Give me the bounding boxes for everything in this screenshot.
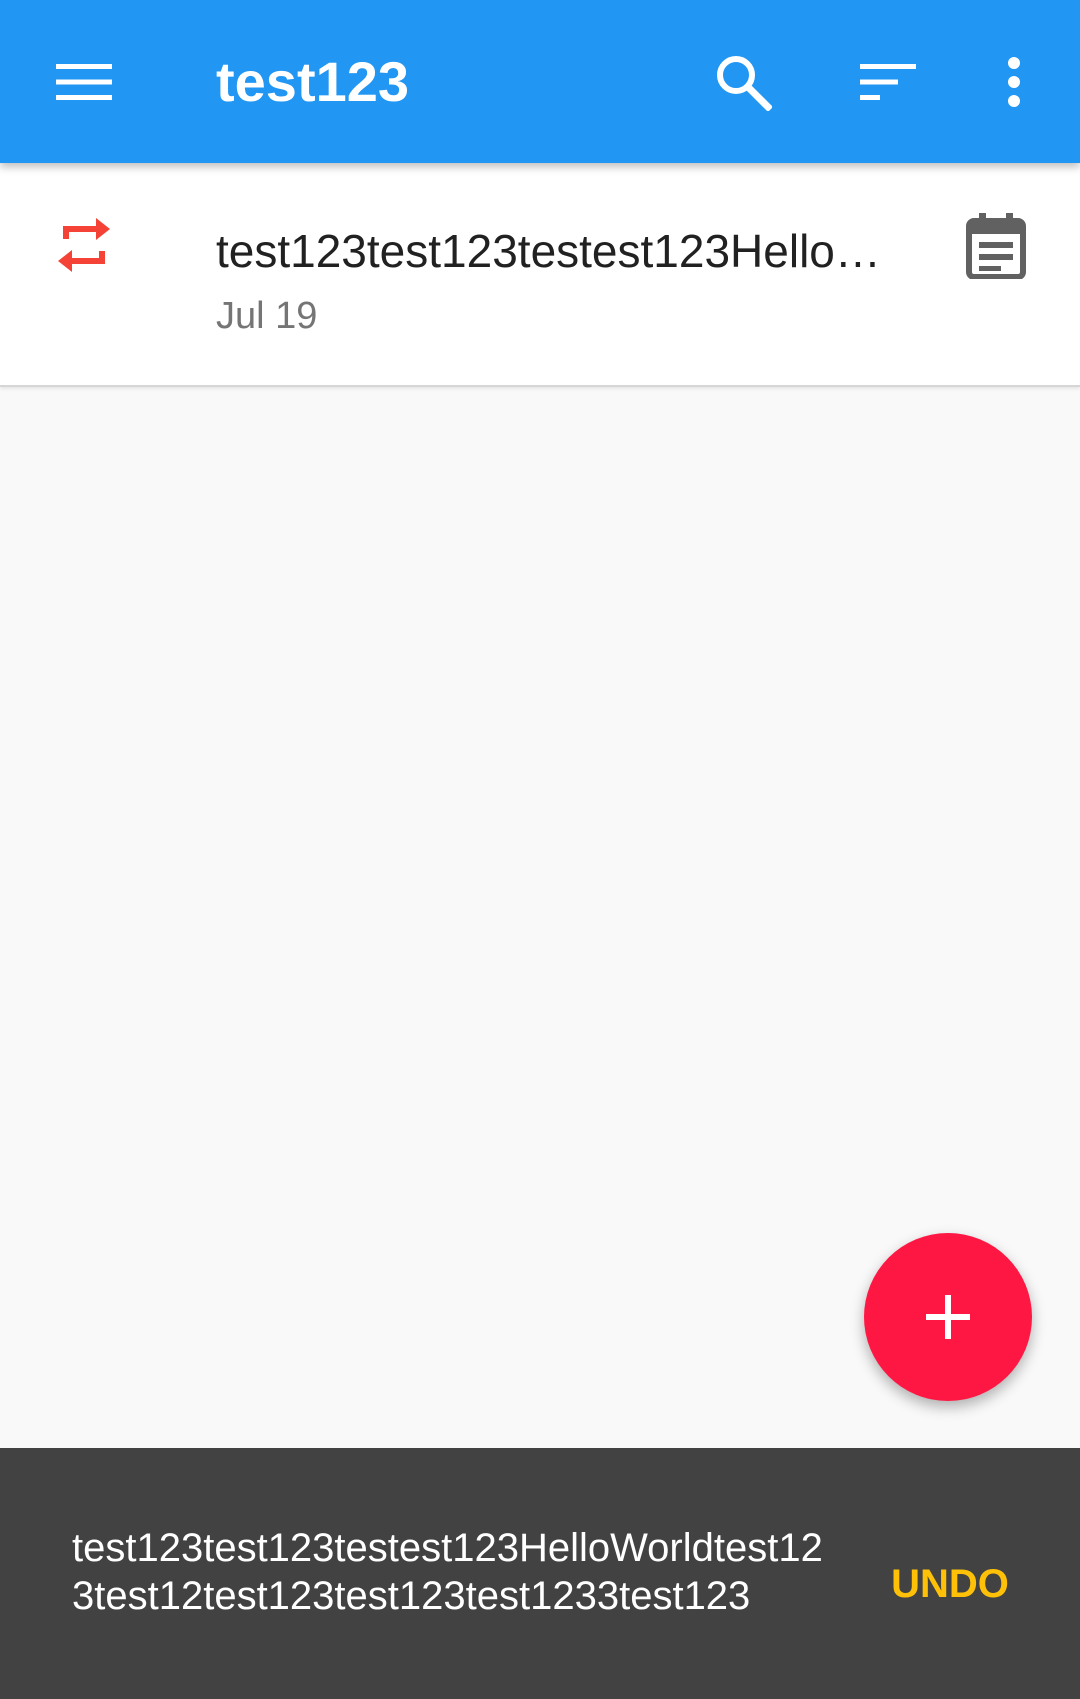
page-title: test123 [216,50,410,113]
plus-icon [926,1295,970,1339]
sort-icon [860,64,916,100]
menu-button[interactable] [32,30,136,134]
more-options-button[interactable] [962,30,1066,134]
search-button[interactable] [691,30,795,134]
task-list-item[interactable]: test123test123testest123HelloWorldtest12… [0,163,1080,387]
add-task-button[interactable] [864,1233,1032,1401]
calendar-note-icon[interactable] [966,213,1026,279]
snackbar-message: test123test123testest123HelloWorldtest12… [72,1526,823,1618]
undo-button[interactable]: UNDO [880,1552,1020,1616]
repeat-icon [58,218,110,272]
screen: test123 test123test123testest123HelloW J… [0,0,1080,1699]
task-title: test123test123testest123HelloWorldtest12… [216,225,896,277]
more-vert-icon [1008,57,1020,107]
task-date: Jul 19 [216,295,318,337]
hamburger-menu-icon [56,64,112,100]
app-bar: test123 [0,0,1080,163]
search-icon [717,56,772,111]
sort-button[interactable] [836,30,940,134]
snackbar: test123test123testest123HelloWorldtest12… [0,1448,1080,1699]
